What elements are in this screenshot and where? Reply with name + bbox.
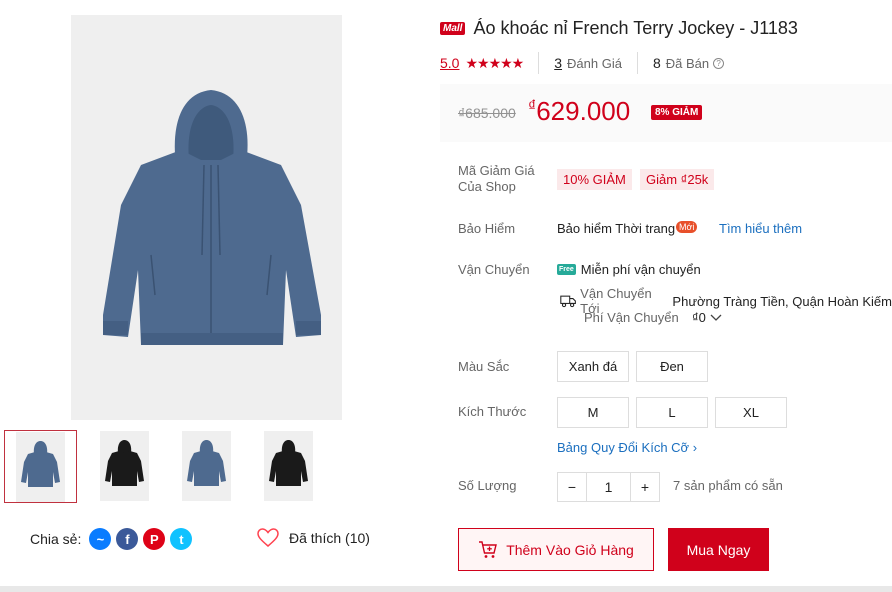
star-icons: ★★★★★ [465,54,524,71]
insurance-label: Bảo Hiểm [458,221,516,236]
thumbnail-3[interactable] [178,430,251,503]
new-badge: Mới [676,221,698,233]
insurance-text: Bảo hiểm Thời trang [557,221,676,236]
free-shipping: Free Miễn phí vận chuyển [557,262,701,277]
review-count[interactable]: 3 [554,55,562,71]
ship-fee-value: ₫0 [692,310,706,325]
size-option-xl[interactable]: XL [715,397,787,428]
quantity-decrease-button[interactable]: − [558,473,586,501]
size-option-m[interactable]: M [557,397,629,428]
twitter-icon[interactable]: t [170,528,193,550]
color-option-den[interactable]: Đen [636,351,708,382]
ship-fee-dropdown[interactable]: ₫0 [692,310,722,325]
ship-to-address[interactable]: Phường Tràng Tiền, Quận Hoàn Kiếm [672,294,892,309]
color-label: Màu Sắc [458,359,510,374]
jacket-blue-thumb [21,441,60,487]
jacket-black-back-thumb [269,440,308,486]
voucher-label: Mã Giảm Giá Của Shop [458,163,535,194]
add-to-cart-button[interactable]: Thêm Vào Giỏ Hàng [458,528,654,571]
truck-icon [560,295,576,308]
sold-count: 8 [652,55,661,71]
thumbnail-2[interactable] [96,430,169,503]
rating-score[interactable]: 5.0 [440,55,459,71]
jacket-black-thumb [105,440,144,486]
sold-label: Đã Bán [665,55,710,71]
sale-price: ₫629.000 [528,96,630,127]
product-title: Áo khoác nỉ French Terry Jockey - J1183 [473,18,798,38]
color-option-xanh-da[interactable]: Xanh đá [557,351,629,382]
jacket-illustration [103,90,321,345]
share-row: Chia sẻ: ~ f P t [30,528,197,550]
thumbnail-strip [4,430,324,503]
review-label[interactable]: Đánh Giá [567,56,622,71]
cart-add-icon [479,540,498,558]
size-chart-text: Bảng Quy Đổi Kích Cỡ [557,440,690,455]
size-label: Kích Thước [458,404,527,419]
currency-symbol: ₫ [528,98,537,115]
chevron-down-icon [710,314,721,321]
sale-price-value: 629.000 [536,96,631,126]
divider [636,52,638,74]
voucher-tag-1[interactable]: 10% GIẢM [557,169,632,190]
product-main-image[interactable] [71,15,342,420]
stock-count: 7 sản phẩm có sẵn [673,478,783,493]
mall-badge: Mall [440,22,466,35]
messenger-icon[interactable]: ~ [89,528,112,550]
ship-fee-label: Phí Vận Chuyển [584,310,679,325]
bottom-divider [0,586,892,592]
original-price: ₫685.000 [458,105,516,121]
discount-badge: 8% GIẢM [651,105,703,120]
free-shipping-text: Miễn phí vận chuyển [580,262,701,277]
quantity-input[interactable]: 1 [586,473,631,501]
thumbnail-4[interactable] [260,430,333,503]
like-count: Đã thích (10) [289,530,370,546]
facebook-icon[interactable]: f [116,528,139,550]
chevron-right-icon: › [692,440,698,455]
buy-now-button[interactable]: Mua Ngay [668,528,769,571]
shipping-label: Vận Chuyển [458,262,530,277]
size-option-l[interactable]: L [636,397,708,428]
quantity-label: Số Lượng [458,478,517,493]
pinterest-icon[interactable]: P [143,528,166,550]
learn-more-link[interactable]: Tìm hiểu thêm [719,221,802,236]
share-label: Chia sẻ: [30,531,82,547]
rating-row: 5.0 ★★★★★ 3 Đánh Giá 8 Đã Bán ? [440,52,725,74]
free-ship-icon: Free [557,264,576,275]
add-to-cart-label: Thêm Vào Giỏ Hàng [506,541,634,558]
help-icon[interactable]: ? [713,57,725,69]
price-box: ₫685.000 ₫629.000 8% GIẢM [440,84,892,142]
product-page: Chia sẻ: ~ f P t Đã thích (10) Mall Áo k… [0,0,892,592]
size-chart-link[interactable]: Bảng Quy Đổi Kích Cỡ › [557,440,697,455]
title-row: Mall Áo khoác nỉ French Terry Jockey - J… [440,18,798,39]
jacket-blue-back-thumb [187,440,226,486]
quantity-increase-button[interactable]: + [631,473,659,501]
heart-icon [257,528,279,547]
thumbnail-1[interactable] [4,430,77,503]
voucher-tag-2[interactable]: Giảm ₫25k [640,169,715,190]
like-button[interactable]: Đã thích (10) [257,528,370,548]
divider [538,52,540,74]
quantity-stepper: − 1 + [557,472,660,502]
